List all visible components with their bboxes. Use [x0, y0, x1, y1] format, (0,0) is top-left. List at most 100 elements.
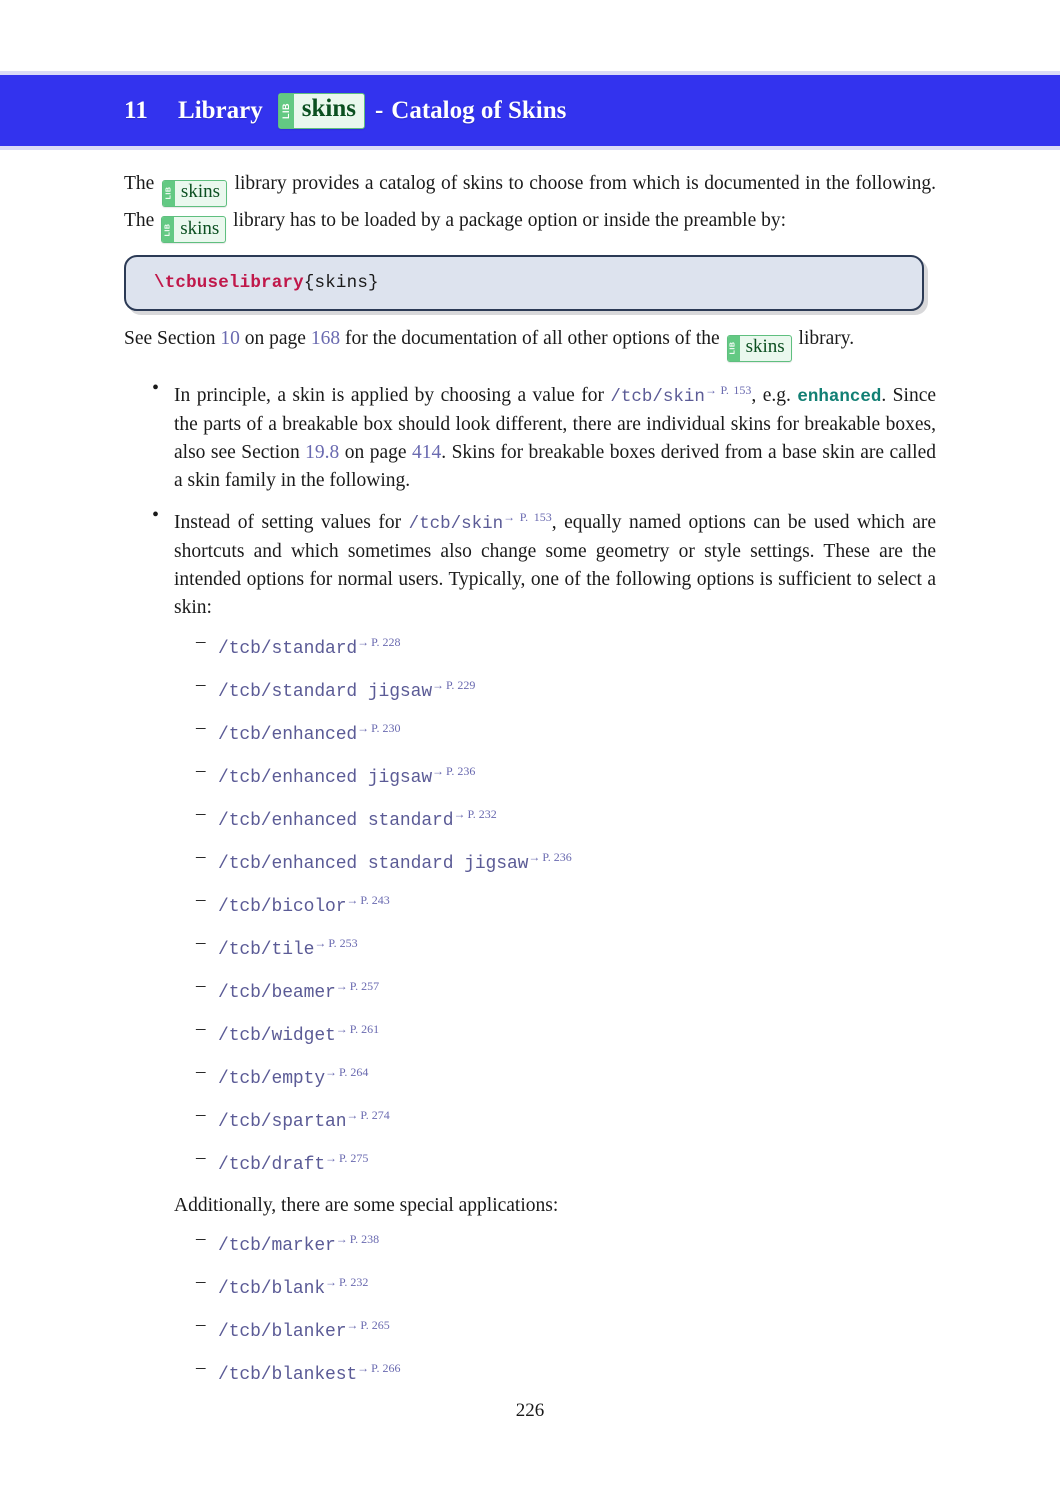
chapter-header-band: 11 Library LIB skins - Catalog of Skins: [0, 75, 1060, 146]
list-item: /tcb/enhanced→ P. 230: [124, 716, 936, 747]
option-name[interactable]: /tcb/draft: [218, 1155, 325, 1175]
bullet-item: Instead of setting values for /tcb/skin→…: [124, 501, 936, 622]
option-name[interactable]: /tcb/enhanced jigsaw: [218, 768, 432, 788]
option-name[interactable]: /tcb/spartan: [218, 1112, 347, 1132]
section-link[interactable]: 10: [220, 328, 240, 349]
list-item: /tcb/beamer→ P. 257: [124, 974, 936, 1005]
lib-badge-label: skins: [301, 95, 356, 122]
page-reference[interactable]: → P. 238: [336, 1232, 379, 1246]
bullet-item: In principle, a skin is applied by choos…: [124, 374, 936, 495]
list-item: /tcb/blank→ P. 232: [124, 1270, 936, 1301]
list-item: /tcb/blanker→ P. 265: [124, 1313, 936, 1344]
arrow-icon: →: [346, 1317, 358, 1332]
cross-reference-link[interactable]: 19.8: [305, 442, 339, 463]
text-run: on page: [339, 441, 412, 463]
see-section-text-3: for the documentation of all other optio…: [344, 328, 720, 349]
arrow-icon: →: [432, 677, 444, 692]
option-name[interactable]: /tcb/empty: [218, 1069, 325, 1089]
page-reference[interactable]: → P. 229: [432, 678, 475, 692]
list-item: /tcb/standard jigsaw→ P. 229: [124, 673, 936, 704]
intro-text-3: library has to be loaded by a package op…: [233, 209, 787, 231]
page-number: 226: [515, 1400, 545, 1421]
page-reference[interactable]: → P. 265: [346, 1318, 389, 1332]
arrow-icon: →: [335, 1021, 348, 1036]
arrow-icon: →: [704, 382, 717, 397]
option-name[interactable]: /tcb/enhanced standard: [218, 811, 454, 831]
text-run: In principle, a skin is applied by choos…: [174, 384, 611, 406]
option-name[interactable]: /tcb/blank: [218, 1279, 325, 1299]
cross-reference-link[interactable]: 414: [412, 442, 441, 463]
option-reference[interactable]: /tcb/skin: [409, 514, 504, 534]
arrow-icon: →: [503, 509, 515, 524]
option-name[interactable]: /tcb/beamer: [218, 983, 336, 1003]
arrow-icon: →: [346, 892, 358, 907]
arrow-icon: →: [335, 1231, 348, 1246]
chapter-header-content: 11 Library LIB skins - Catalog of Skins: [124, 75, 1060, 146]
page-reference[interactable]: → P. 261: [336, 1022, 379, 1036]
option-name[interactable]: /tcb/blanker: [218, 1322, 347, 1342]
see-section-text-1: See Section: [124, 328, 216, 349]
page-reference[interactable]: → P. 153: [705, 383, 751, 397]
page-reference[interactable]: → P. 153: [503, 510, 552, 524]
option-name[interactable]: /tcb/tile: [218, 940, 314, 960]
page-reference[interactable]: → P. 232: [453, 807, 496, 821]
arrow-icon: →: [453, 806, 465, 821]
option-name[interactable]: /tcb/marker: [218, 1236, 336, 1256]
page-link[interactable]: 168: [311, 328, 340, 349]
list-item: /tcb/draft→ P. 275: [124, 1146, 936, 1177]
option-name[interactable]: /tcb/enhanced standard jigsaw: [218, 854, 528, 874]
list-item: /tcb/enhanced jigsaw→ P. 236: [124, 759, 936, 790]
option-name[interactable]: /tcb/enhanced: [218, 725, 357, 745]
page-reference[interactable]: → P. 232: [325, 1275, 368, 1289]
page-reference[interactable]: → P. 236: [528, 850, 571, 864]
text-run: Instead of setting values for: [174, 511, 409, 533]
code-command: \tcbuselibrary: [154, 273, 304, 293]
special-options-list: /tcb/marker→ P. 238/tcb/blank→ P. 232/tc…: [124, 1227, 936, 1387]
list-item: /tcb/enhanced standard jigsaw→ P. 236: [124, 845, 936, 876]
list-item: /tcb/spartan→ P. 274: [124, 1103, 936, 1134]
lib-badge-skins-header: LIB skins: [277, 92, 365, 129]
arrow-icon: →: [432, 763, 444, 778]
page-reference[interactable]: → P. 230: [357, 721, 400, 735]
page-reference[interactable]: → P. 228: [357, 635, 400, 649]
option-reference[interactable]: /tcb/skin: [610, 387, 705, 407]
list-item: /tcb/enhanced standard→ P. 232: [124, 802, 936, 833]
page-reference[interactable]: → P. 264: [325, 1065, 368, 1079]
code-argument: {skins}: [303, 273, 379, 293]
arrow-icon: →: [528, 849, 540, 864]
list-item: /tcb/marker→ P. 238: [124, 1227, 936, 1258]
arrow-icon: →: [357, 1360, 369, 1375]
chapter-title-library: Library: [178, 96, 263, 124]
arrow-icon: →: [325, 1274, 337, 1289]
arrow-icon: →: [314, 935, 326, 950]
option-name[interactable]: /tcb/standard jigsaw: [218, 682, 432, 702]
arrow-icon: →: [335, 978, 348, 993]
arrow-icon: →: [325, 1064, 337, 1079]
option-name[interactable]: /tcb/blankest: [218, 1365, 357, 1385]
lib-tab-icon: LIB: [162, 217, 175, 242]
lib-tab-icon: LIB: [727, 335, 740, 361]
lib-tab-icon: LIB: [278, 93, 294, 128]
page-reference[interactable]: → P. 253: [314, 936, 357, 950]
option-name[interactable]: /tcb/widget: [218, 1026, 336, 1046]
code-listing-box: \tcbuselibrary{skins}: [124, 255, 924, 311]
page-body: The LIB skins library provides a catalog…: [124, 170, 936, 1399]
option-name[interactable]: /tcb/standard: [218, 639, 357, 659]
page-reference[interactable]: → P. 266: [357, 1361, 400, 1375]
page-reference[interactable]: → P. 243: [346, 893, 389, 907]
page-reference[interactable]: → P. 275: [325, 1151, 368, 1165]
page-reference[interactable]: → P. 274: [346, 1108, 389, 1122]
lib-tab-icon: LIB: [162, 180, 175, 206]
code-line: \tcbuselibrary{skins}: [154, 273, 922, 293]
lib-badge-skins-inline-1: LIB skins: [161, 179, 227, 207]
see-section-text-2: on page: [244, 328, 306, 349]
intro-text-1: The: [124, 173, 155, 194]
chapter-number: 11: [124, 96, 149, 124]
option-name[interactable]: /tcb/bicolor: [218, 897, 347, 917]
arrow-icon: →: [357, 720, 369, 735]
text-run: , e.g.: [751, 384, 798, 406]
page-reference[interactable]: → P. 236: [432, 764, 475, 778]
page-reference[interactable]: → P. 257: [336, 979, 379, 993]
see-section-text-4: library.: [798, 328, 855, 349]
bullet-content: In principle, a skin is applied by choos…: [174, 383, 936, 491]
